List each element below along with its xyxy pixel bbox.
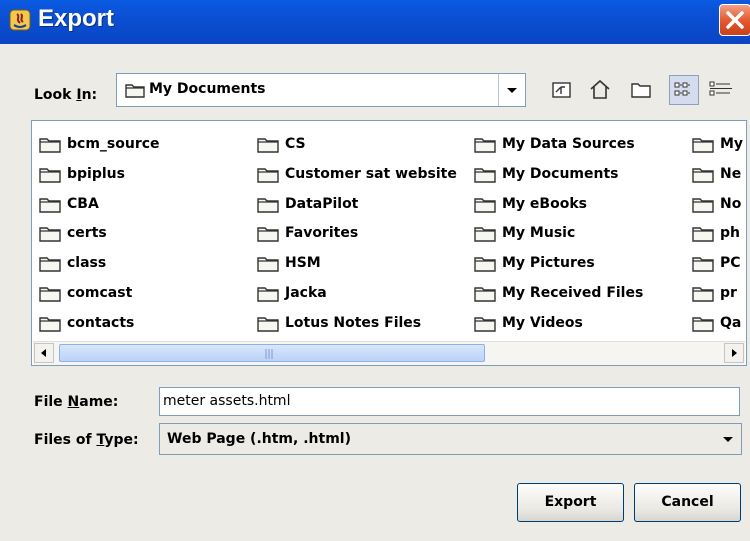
up-one-level-icon [552, 82, 571, 98]
look-in-label: Look In: [34, 87, 98, 103]
folder-icon [125, 83, 145, 102]
file-list-item-label: My Music [502, 225, 576, 241]
file-list-item-label: contacts [67, 315, 135, 331]
folder-icon [474, 226, 496, 246]
file-name-label: File Name: [34, 394, 119, 410]
file-list-item-label: bcm_source [67, 136, 160, 152]
folder-icon [474, 316, 496, 336]
scrollbar-thumb[interactable] [59, 344, 485, 362]
files-of-type-label: Files of Type: [34, 432, 139, 448]
folder-icon [39, 256, 61, 276]
file-list-item-label: My Data Sources [502, 136, 635, 152]
folder-icon [474, 256, 496, 276]
chevron-down-icon[interactable] [715, 424, 741, 454]
files-of-type-value: Web Page (.htm, .html) [167, 431, 351, 447]
home-icon [590, 79, 610, 99]
file-list-item-label: Favorites [285, 225, 359, 241]
close-button[interactable] [719, 4, 750, 36]
file-list-item-label: HSM [285, 255, 321, 271]
folder-icon [692, 137, 714, 157]
up-one-level-button[interactable] [546, 75, 576, 105]
scroll-left-button[interactable] [34, 343, 54, 363]
file-list-item-label: My eBooks [502, 196, 587, 212]
file-list-item-label: class [67, 255, 107, 271]
file-list-item-label: My Received Files [502, 285, 644, 301]
title-bar[interactable]: Export [0, 0, 750, 44]
new-folder-button[interactable] [626, 75, 656, 105]
files-of-type-combo[interactable]: Web Page (.htm, .html) [159, 423, 742, 455]
file-list-item-label: DataPilot [285, 196, 359, 212]
file-list-item-label: Customer sat website [285, 166, 457, 182]
file-list[interactable]: bcm_sourcebpiplus CBA certs class comcast con… [31, 120, 747, 366]
arrow-left-icon [41, 349, 46, 357]
java-icon [9, 9, 31, 31]
folder-icon [39, 197, 61, 217]
folder-icon [257, 137, 279, 157]
folder-icon [692, 286, 714, 306]
file-list-item-label: Jacka [285, 285, 327, 301]
folder-icon [257, 256, 279, 276]
folder-icon [39, 137, 61, 157]
folder-icon [39, 316, 61, 336]
folder-icon [257, 286, 279, 306]
folder-icon [692, 197, 714, 217]
folder-icon [257, 226, 279, 246]
home-button[interactable] [585, 75, 615, 105]
file-name-field[interactable] [159, 387, 740, 416]
file-list-item-label: My Documents [502, 166, 619, 182]
file-list-item-label: certs [67, 225, 107, 241]
file-list-item-label: pr [720, 285, 737, 301]
folder-icon [692, 167, 714, 187]
file-name-input[interactable] [163, 393, 723, 409]
file-list-item-label: Ne [720, 166, 742, 182]
folder-icon [257, 197, 279, 217]
file-list-item-label: bpiplus [67, 166, 125, 182]
look-in-value: My Documents [149, 81, 266, 97]
file-list-item-label: Qa [720, 315, 742, 331]
scroll-right-button[interactable] [724, 343, 744, 363]
file-list-item-label: My Pictures [502, 255, 595, 271]
folder-icon [39, 286, 61, 306]
folder-icon [692, 316, 714, 336]
file-list-item-label: CBA [67, 196, 99, 212]
list-view-icon [674, 82, 690, 96]
look-in-combo[interactable]: My Documents [116, 73, 526, 107]
folder-icon [257, 316, 279, 336]
folder-icon [692, 226, 714, 246]
file-list-item-label: CS [285, 136, 306, 152]
dialog-title: Export [38, 5, 115, 32]
file-list-item-label: Lotus Notes Files [285, 315, 422, 331]
horizontal-scrollbar[interactable] [33, 341, 745, 365]
arrow-right-icon [732, 349, 737, 357]
file-list-item-label: No [720, 196, 742, 212]
export-button[interactable]: Export [517, 483, 624, 522]
export-dialog: Export Look In: My Documents bcm_source b… [0, 0, 750, 541]
folder-icon [39, 167, 61, 187]
list-view-button[interactable] [669, 75, 699, 105]
folder-icon [474, 137, 496, 157]
folder-icon [257, 167, 279, 187]
file-list-item-label: comcast [67, 285, 133, 301]
new-folder-icon [631, 83, 651, 98]
close-icon [726, 11, 744, 29]
file-list-item-label: PC [720, 255, 741, 271]
cancel-button[interactable]: Cancel [634, 483, 741, 522]
folder-icon [692, 256, 714, 276]
folder-icon [39, 226, 61, 246]
folder-icon [474, 197, 496, 217]
folder-icon [474, 167, 496, 187]
file-list-item-label: My [720, 136, 744, 152]
file-list-item-label: ph [720, 225, 740, 241]
grip-icon [265, 349, 273, 359]
file-list-item-label: My Videos [502, 315, 583, 331]
folder-icon [474, 286, 496, 306]
details-view-button[interactable] [705, 75, 737, 105]
details-view-icon [709, 81, 732, 96]
chevron-down-icon[interactable] [498, 74, 525, 106]
